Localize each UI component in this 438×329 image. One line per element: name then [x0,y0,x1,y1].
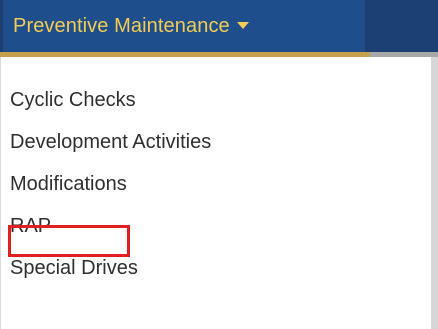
menu-item-label: Cyclic Checks [10,88,136,111]
caret-down-icon [236,21,249,29]
menu-item-cyclic-checks[interactable]: Cyclic Checks [0,80,420,120]
menu-item-modifications[interactable]: Modifications [0,164,420,204]
menu-item-special-drives[interactable]: Special Drives [0,248,420,288]
menu-item-label: Modifications [10,172,127,195]
menu-item-development-activities[interactable]: Development Activities [0,122,420,162]
menu-title: Preventive Maintenance [13,14,230,37]
menu-item-label: Special Drives [10,256,138,279]
menu-item-label: RAP [10,214,52,237]
dropdown-scroll-edge [431,57,438,329]
menu-item-label: Development Activities [10,130,212,153]
preventive-maintenance-menu-button[interactable]: Preventive Maintenance [3,0,365,52]
menu-item-rap[interactable]: RAP [0,206,420,246]
